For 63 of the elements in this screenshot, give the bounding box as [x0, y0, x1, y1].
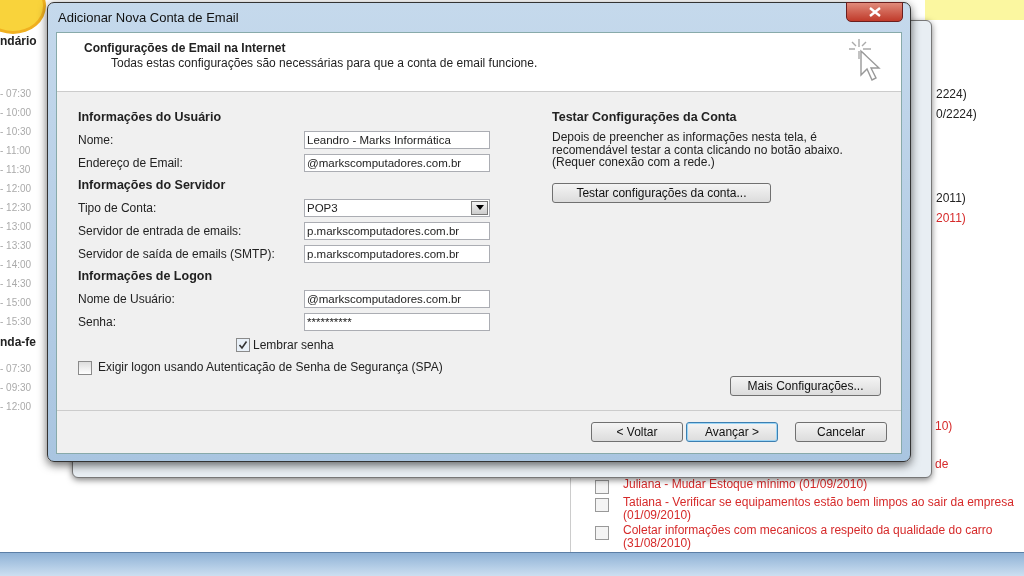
appointment-time: - 14:30 — [0, 277, 33, 291]
field-label: Nome: — [78, 132, 115, 147]
appointment-time: - 09:30 — [0, 381, 33, 395]
task-checkbox[interactable] — [595, 480, 609, 494]
window-title: Adicionar Nova Conta de Email — [58, 10, 239, 25]
appointment-time: - 15:30 — [0, 315, 33, 329]
appointment-time: - 12:30 — [0, 201, 33, 215]
appointment-time: - 07:30 — [0, 87, 33, 101]
appointment-time: - 10:30 — [0, 125, 33, 139]
field-label: Tipo de Conta: — [78, 200, 158, 215]
checkbox-label: Lembrar senha — [253, 338, 334, 352]
task-checkbox[interactable] — [595, 498, 609, 512]
input-field[interactable]: Leandro - Marks Informática — [304, 130, 490, 149]
instruction-text: Depois de preencher as informações nesta tela, é recomendável testar a conta clicando no botão abaixo. (Requer conexão com a rede.) — [552, 131, 844, 169]
appointment-time: - 12:00 — [0, 182, 33, 196]
day-heading: nda-fe — [0, 335, 37, 351]
appointment-time: - 13:00 — [0, 220, 33, 234]
appointment-time: - 07:30 — [0, 362, 33, 376]
task-checkbox[interactable] — [595, 526, 609, 540]
field-label: Senha: — [78, 314, 118, 329]
task-date: 0/2224) — [936, 106, 977, 122]
field-label: Nome de Usuário: — [78, 291, 176, 306]
section-heading: Informações do Usuário — [78, 109, 223, 126]
close-icon — [868, 7, 881, 17]
appointment-time: - 12:00 — [0, 400, 33, 414]
wizard-button[interactable]: < Voltar — [591, 422, 683, 442]
header-subtitle: Todas estas configurações são necessárias para que a conta de email funcione. — [110, 56, 538, 70]
more-settings-button[interactable]: Mais Configurações... — [730, 376, 881, 396]
section-heading: Testar Configurações da Conta — [552, 109, 737, 126]
checkbox[interactable] — [236, 338, 250, 352]
wizard-button[interactable]: Cancelar — [795, 422, 887, 442]
appointment-time: - 11:00 — [0, 144, 32, 158]
task-text: Juliana - Mudar Estoque mínimo (01/09/2010) — [623, 478, 868, 491]
appointment-time: - 14:00 — [0, 258, 33, 272]
checkbox-label: Exigir logon usando Autenticação de Senha de Segurança (SPA) — [98, 361, 444, 374]
field-label: Servidor de saída de emails (SMTP): — [78, 246, 276, 261]
wizard-button[interactable]: Avançar > — [686, 422, 778, 442]
task-text: Tatiana - Verificar se equipamentos estão bem limpos ao sair da empresa (01/09/2010) — [623, 496, 1015, 522]
header-title: Configurações de Email na Internet — [84, 41, 287, 55]
section-heading: Informações do Servidor — [78, 177, 227, 194]
test-settings-button[interactable]: Testar configurações da conta... — [552, 182, 771, 203]
task-text: 10) — [935, 418, 953, 434]
task-text: Coletar informações com mecanicos a respeito da qualidade do carro (31/08/2010) — [623, 524, 994, 550]
task-text: de — [935, 456, 950, 472]
field-label: Endereço de Email: — [78, 155, 184, 170]
task-date: 2224) — [936, 86, 968, 102]
input-field[interactable]: @markscomputadores.com.br — [304, 153, 490, 172]
appointment-time: - 10:00 — [0, 106, 33, 120]
field-label: Servidor de entrada de emails: — [78, 223, 243, 238]
section-heading: Informações de Logon — [78, 268, 214, 285]
checkbox[interactable] — [78, 361, 92, 375]
appointment-time: - 13:30 — [0, 239, 33, 253]
input-field[interactable]: p.markscomputadores.com.br — [304, 221, 490, 240]
input-field[interactable]: p.markscomputadores.com.br — [304, 244, 490, 263]
task-date: 2011) — [936, 210, 967, 226]
close-button[interactable] — [846, 2, 903, 22]
account-type-dropdown[interactable]: POP3 — [304, 198, 490, 217]
input-field[interactable]: @markscomputadores.com.br — [304, 289, 490, 308]
task-date: 2011) — [936, 190, 967, 206]
appointment-time: - 11:30 — [0, 163, 32, 177]
calendar-heading: ndário — [0, 34, 38, 50]
appointment-time: - 15:00 — [0, 296, 33, 310]
input-field[interactable]: ********** — [304, 312, 490, 331]
